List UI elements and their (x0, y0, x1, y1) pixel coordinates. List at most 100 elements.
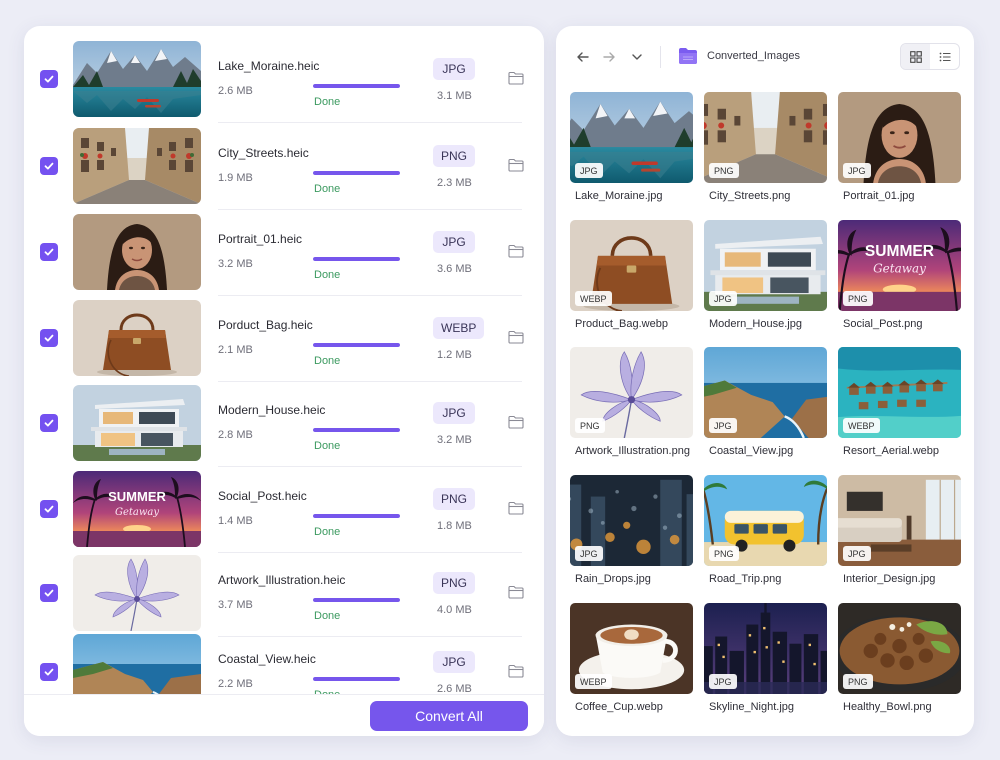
image-tile[interactable]: WEBP Coffee_Cup.webp (570, 603, 693, 713)
file-thumbnail (73, 214, 201, 290)
file-size: 1.4 MB (218, 515, 253, 527)
image-filename: Modern_House.jpg (709, 318, 802, 330)
file-checkbox[interactable] (40, 329, 58, 347)
output-size: 3.1 MB (437, 90, 472, 102)
conversion-status: Done (314, 440, 341, 452)
file-row[interactable]: SUMMER Getaway Social_Post.heic 1.4 MB D… (24, 471, 544, 553)
format-badge: JPG (843, 546, 871, 561)
svg-text:SUMMER: SUMMER (108, 489, 166, 504)
image-tile[interactable]: PNG Healthy_Bowl.png (838, 603, 961, 713)
open-folder-icon[interactable] (508, 415, 524, 429)
file-row[interactable]: Lake_Moraine.heic 2.6 MB Done JPG 3.1 MB (24, 41, 544, 123)
open-folder-icon[interactable] (508, 585, 524, 599)
output-size: 2.6 MB (437, 683, 472, 694)
format-badge: JPG (575, 163, 603, 178)
format-badge: PNG (843, 674, 873, 689)
conversion-status: Done (314, 526, 341, 538)
image-filename: Resort_Aerial.webp (843, 445, 939, 457)
output-format-badge[interactable]: WEBP (433, 317, 485, 339)
format-badge: PNG (709, 546, 739, 561)
image-tile[interactable]: JPG Skyline_Night.jpg (704, 603, 827, 713)
file-thumbnail (73, 385, 201, 461)
output-format-badge[interactable]: PNG (433, 572, 476, 594)
conversion-progress-bar (313, 428, 400, 432)
checkmark-icon (44, 334, 54, 342)
image-thumbnail: PNG (570, 347, 693, 438)
format-badge: JPG (709, 674, 737, 689)
image-thumbnail: PNG (838, 603, 961, 694)
image-filename: Coastal_View.jpg (709, 445, 794, 457)
file-row[interactable]: Artwork_Illustration.heic 3.7 MB Done PN… (24, 555, 544, 637)
file-row[interactable]: Modern_House.heic 2.8 MB Done JPG 3.2 MB (24, 385, 544, 467)
open-folder-icon[interactable] (508, 501, 524, 515)
image-tile[interactable]: JPG Rain_Drops.jpg (570, 475, 693, 585)
svg-text:Getaway: Getaway (115, 507, 159, 518)
file-checkbox[interactable] (40, 414, 58, 432)
image-thumbnail: JPG (570, 92, 693, 183)
image-tile[interactable]: JPG Coastal_View.jpg (704, 347, 827, 457)
file-checkbox[interactable] (40, 500, 58, 518)
output-format-badge[interactable]: JPG (433, 58, 475, 80)
image-thumbnail: SUMMER Getaway PNG (838, 220, 961, 311)
conversion-progress-bar (313, 514, 400, 518)
output-size: 3.2 MB (437, 434, 472, 446)
convert-all-button[interactable]: Convert All (370, 701, 528, 731)
image-tile[interactable]: JPG Portrait_01.jpg (838, 92, 961, 202)
file-checkbox[interactable] (40, 157, 58, 175)
output-format-badge[interactable]: PNG (433, 488, 476, 510)
image-thumbnail: JPG (704, 347, 827, 438)
file-row[interactable]: Coastal_View.heic 2.2 MB Done JPG 2.6 MB (24, 634, 544, 694)
file-row[interactable]: Portrait_01.heic 3.2 MB Done JPG 3.6 MB (24, 214, 544, 296)
conversion-status: Done (314, 183, 341, 195)
image-filename: City_Streets.png (709, 190, 791, 202)
format-badge: WEBP (575, 674, 612, 689)
image-tile[interactable]: JPG Lake_Moraine.jpg (570, 92, 693, 202)
open-folder-icon[interactable] (508, 158, 524, 172)
row-divider (218, 122, 522, 123)
open-folder-icon[interactable] (508, 664, 524, 678)
image-tile[interactable]: JPG Interior_Design.jpg (838, 475, 961, 585)
output-format-badge[interactable]: PNG (433, 145, 476, 167)
file-checkbox[interactable] (40, 70, 58, 88)
output-format-badge[interactable]: JPG (433, 651, 475, 673)
file-name: Social_Post.heic (218, 489, 307, 503)
image-filename: Portrait_01.jpg (843, 190, 915, 202)
row-divider (218, 466, 522, 467)
svg-text:Getaway: Getaway (873, 262, 926, 276)
checkmark-icon (44, 419, 54, 427)
open-folder-icon[interactable] (508, 244, 524, 258)
open-folder-icon[interactable] (508, 71, 524, 85)
image-tile[interactable]: WEBP Resort_Aerial.webp (838, 347, 961, 457)
image-tile[interactable]: WEBP Product_Bag.webp (570, 220, 693, 330)
file-name: City_Streets.heic (218, 146, 309, 160)
image-filename: Social_Post.png (843, 318, 923, 330)
format-badge: PNG (709, 163, 739, 178)
output-format-badge[interactable]: JPG (433, 402, 475, 424)
output-size: 1.2 MB (437, 349, 472, 361)
file-checkbox[interactable] (40, 584, 58, 602)
image-tile[interactable]: PNG Road_Trip.png (704, 475, 827, 585)
image-thumbnail: PNG (704, 92, 827, 183)
file-size: 2.1 MB (218, 344, 253, 356)
image-filename: Product_Bag.webp (575, 318, 668, 330)
file-size: 1.9 MB (218, 172, 253, 184)
file-name: Porduct_Bag.heic (218, 318, 313, 332)
open-folder-icon[interactable] (508, 330, 524, 344)
file-thumbnail (73, 300, 201, 376)
output-size: 2.3 MB (437, 177, 472, 189)
file-checkbox[interactable] (40, 663, 58, 681)
image-tile[interactable]: JPG Modern_House.jpg (704, 220, 827, 330)
file-row[interactable]: City_Streets.heic 1.9 MB Done PNG 2.3 MB (24, 128, 544, 210)
output-format-badge[interactable]: JPG (433, 231, 475, 253)
image-tile[interactable]: PNG Artwork_Illustration.png (570, 347, 693, 457)
format-badge: JPG (709, 418, 737, 433)
file-row[interactable]: Porduct_Bag.heic 2.1 MB Done WEBP 1.2 MB (24, 300, 544, 382)
image-tile[interactable]: SUMMER Getaway PNG Social_Post.png (838, 220, 961, 330)
format-badge: JPG (709, 291, 737, 306)
row-divider (218, 295, 522, 296)
conversion-progress-bar (313, 343, 400, 347)
file-checkbox[interactable] (40, 243, 58, 261)
image-tile[interactable]: PNG City_Streets.png (704, 92, 827, 202)
conversion-progress-bar (313, 84, 400, 88)
checkmark-icon (44, 505, 54, 513)
